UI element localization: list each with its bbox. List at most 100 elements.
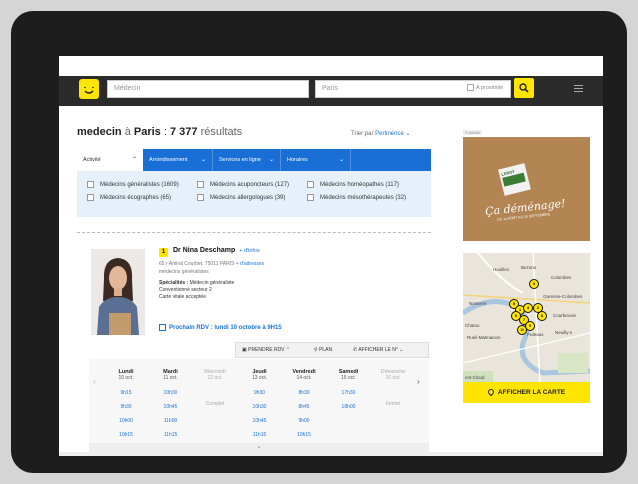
filter-label: Médecins homéopathes (117)	[320, 182, 399, 189]
ad-brand-logo: LEROY MERLIN	[498, 163, 531, 196]
day-date: 13 oct.	[251, 375, 267, 381]
filter-option[interactable]: Médecins généralistes (1609)	[87, 181, 179, 188]
browser-viewport: Médecin Paris A proximité medecin à Pari…	[59, 56, 603, 456]
tab-arrondissement[interactable]: Arrondissement ⌄	[143, 149, 213, 171]
book-label: PRENDRE RDV	[248, 347, 285, 353]
time-slot[interactable]: 9h00	[283, 418, 325, 424]
filter-option[interactable]: Médecins homéopathes (117)	[307, 181, 399, 188]
more-info-link[interactable]: + d'infos	[239, 248, 259, 254]
time-slot[interactable]: 8h30	[283, 390, 325, 396]
tab-label: Activité	[83, 157, 101, 163]
calendar-prev-arrow[interactable]: ‹	[93, 377, 96, 386]
day-date: 11 oct.	[163, 375, 178, 381]
search-button[interactable]	[514, 78, 534, 98]
results-suffix: résultats	[200, 126, 243, 138]
book-appointment-button[interactable]: ▣ PRENDRE RDV ⌃	[242, 343, 290, 357]
next-appointment-link[interactable]: Prochain RDV : lundi 10 octobre à 9H15	[159, 324, 282, 331]
tab-label: Horaires	[287, 157, 308, 163]
proximity-checkbox[interactable]: A proximité	[467, 84, 503, 91]
sector-text: Conventionné secteur 2	[159, 287, 212, 293]
connector-text: à	[124, 126, 131, 138]
hamburger-menu-icon[interactable]	[574, 85, 583, 94]
time-slot[interactable]: 10h45	[239, 418, 281, 424]
doctor-name[interactable]: Dr Nina Deschamp + d'infos	[173, 247, 260, 254]
filter-option[interactable]: Médecins acuponcteurs (127)	[197, 181, 289, 188]
query-text: medecin	[77, 126, 122, 138]
category: médecins généralistes	[159, 269, 209, 275]
map-label: Courbevoie	[553, 313, 577, 318]
map-pin[interactable]: 3	[529, 279, 539, 289]
time-slot[interactable]: 18h00	[328, 404, 370, 410]
day-date: 14 oct.	[296, 375, 312, 381]
time-slot[interactable]: 8h45	[283, 404, 325, 410]
calendar-next-arrow[interactable]: ›	[417, 377, 420, 386]
chevron-up-icon: ⌃	[131, 157, 137, 163]
map-pin[interactable]: 10	[517, 325, 527, 335]
calendar-day: Mardi 11 oct. 10h30 10h45 11h00 11h15	[150, 369, 192, 438]
show-map-button[interactable]: AFFICHER LA CARTE	[463, 382, 590, 403]
pagesjaunes-logo-icon[interactable]	[79, 79, 99, 99]
time-slot[interactable]: 10h30	[150, 390, 192, 396]
chevron-down-icon: ⌄	[405, 131, 411, 137]
city-text: Paris	[133, 126, 161, 138]
tab-services-en-ligne[interactable]: Services en ligne ⌄	[213, 149, 281, 171]
time-slot[interactable]: 11h00	[150, 418, 192, 424]
tablet-frame: Médecin Paris A proximité medecin à Pari…	[11, 11, 627, 473]
map-pin[interactable]: 8	[537, 311, 547, 321]
proximity-label: A proximité	[476, 84, 504, 91]
time-slot[interactable]: 11h15	[239, 432, 281, 438]
time-slot[interactable]: 10h45	[150, 404, 192, 410]
time-slot[interactable]: 10h15	[283, 432, 325, 438]
show-number-button[interactable]: ✆ AFFICHER LE N° ⌄	[353, 343, 403, 357]
map-label: Colombes	[551, 275, 572, 280]
chevron-down-icon: ⌄	[338, 157, 344, 163]
tab-horaires[interactable]: Horaires ⌄	[281, 149, 351, 171]
time-slot[interactable]: 10h00	[105, 418, 147, 424]
map-label: Garenne-Colombes	[543, 294, 583, 299]
filter-label: Médecins acuponcteurs (127)	[210, 182, 290, 189]
time-slot[interactable]: 10h15	[105, 432, 147, 438]
time-slot[interactable]: 9h30	[105, 404, 147, 410]
filter-option[interactable]: Médecins allergologues (39)	[197, 194, 285, 201]
specialty-value: Médecin généraliste	[189, 280, 235, 286]
checkbox-icon	[87, 181, 94, 188]
filter-label: Médecins généralistes (1609)	[100, 182, 179, 189]
calendar-day: Samedi 15 oct. 17h30 18h00	[328, 369, 370, 410]
tab-activite[interactable]: Activité ⌃	[77, 149, 143, 171]
address: 65 r Amiral Courbet, 75011 PARIS + d'adr…	[159, 261, 264, 267]
time-slot[interactable]: 10h30	[239, 404, 281, 410]
advertisement[interactable]: LEROY MERLIN Ça déménage! DU 14 AOÛT AU …	[463, 137, 590, 241]
sort-value[interactable]: Pertinence	[375, 131, 404, 137]
day-status: Fermé	[385, 401, 401, 407]
search-input[interactable]: Médecin	[107, 80, 309, 98]
map-label: Bezons	[521, 265, 537, 270]
checkbox-icon	[197, 194, 204, 201]
checkbox-icon	[307, 181, 314, 188]
doctor-photo[interactable]	[91, 249, 145, 335]
time-slot[interactable]: 11h15	[150, 432, 192, 438]
time-slot[interactable]: 17h30	[328, 390, 370, 396]
map-label: Nanterre	[469, 301, 487, 306]
more-addresses-link[interactable]: + d'adresses	[236, 261, 264, 267]
doctor-info: Spécialités : Médecin généraliste Conven…	[159, 280, 234, 301]
time-slot[interactable]: 9h30	[239, 390, 281, 396]
results-map[interactable]: Houilles Bezons Colombes Garenne-Colombe…	[463, 253, 590, 403]
day-date: 10 oct.	[118, 375, 134, 381]
plan-button[interactable]: ⚲ PLAN	[314, 343, 332, 357]
sort-control[interactable]: Trier par Pertinence ⌄	[351, 130, 411, 137]
map-label: Puteaux	[527, 332, 544, 337]
time-slot[interactable]: 9h15	[105, 390, 147, 396]
day-date: 15 oct.	[340, 375, 356, 381]
filter-option[interactable]: Médecins mésothérapeutes (32)	[307, 194, 406, 201]
calendar-expand-button[interactable]: ⌄	[89, 443, 429, 452]
next-appt-text[interactable]: Prochain RDV : lundi 10 octobre à 9H15	[169, 325, 282, 331]
specialty-label: Spécialités :	[159, 280, 189, 286]
day-date: 16 oct.	[385, 375, 401, 381]
directions-icon: ⚲	[314, 347, 318, 353]
doctor-name-text[interactable]: Dr Nina Deschamp	[173, 247, 235, 254]
filter-option[interactable]: Médecins écographes (65)	[87, 194, 171, 201]
map-pin[interactable]: 4	[523, 303, 533, 313]
bottom-bar	[59, 452, 603, 456]
map-label: Rueil-Malmaison	[467, 335, 501, 340]
sort-label: Trier par	[351, 131, 374, 137]
